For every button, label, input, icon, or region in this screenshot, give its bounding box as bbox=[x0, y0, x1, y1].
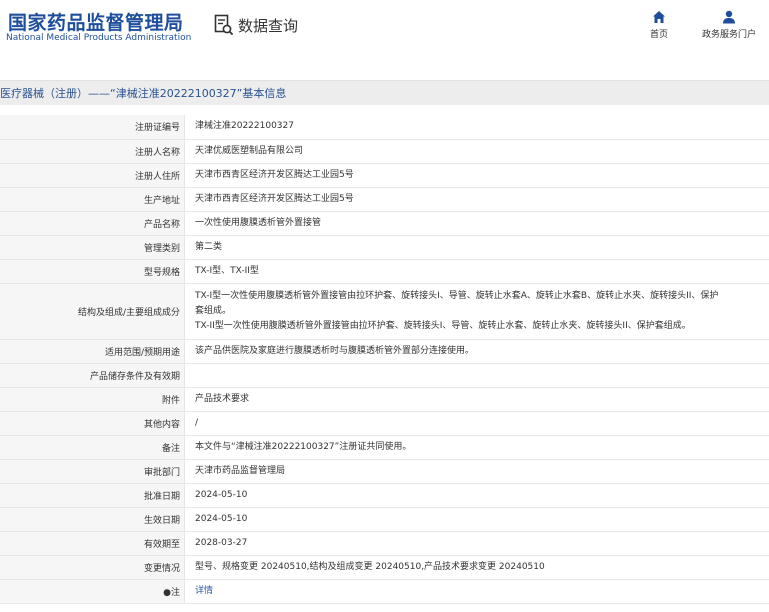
home-icon bbox=[653, 11, 665, 23]
field-value: 天津市西青区经济开发区腾达工业园5号 bbox=[184, 187, 769, 212]
info-row: 变更情况 型号、规格变更 20240510,结构及组成变更 20240510,产品… bbox=[0, 555, 769, 580]
info-row: 有效期至 2028-03-27 bbox=[0, 531, 769, 556]
field-label: 变更情况 bbox=[0, 555, 185, 580]
site-subtitle: National Medical Products Administration bbox=[6, 33, 192, 43]
data-query-label: 数据查询 bbox=[238, 16, 299, 35]
nav-home[interactable]: 首页 bbox=[650, 10, 668, 40]
page-title-bar: 医疗器械（注册）——“津械注准20222100327”基本信息 bbox=[0, 80, 769, 105]
field-value: / bbox=[184, 411, 769, 436]
data-query-link[interactable]: 数据查询 bbox=[214, 14, 298, 36]
field-value: 本文件与“津械注准20222100327”注册证共同使用。 bbox=[184, 435, 769, 460]
field-value: 第二类 bbox=[184, 235, 769, 260]
info-row: 注册证编号 津械注准20222100327 bbox=[0, 115, 769, 140]
field-label: 适用范围/预期用途 bbox=[0, 339, 185, 364]
field-label: 其他内容 bbox=[0, 411, 185, 436]
nav-home-label: 首页 bbox=[650, 30, 669, 40]
info-table: 注册证编号 津械注准20222100327 注册人名称 天津优威医塑制品有限公司 注册人… bbox=[0, 115, 769, 604]
field-label: 注册证编号 bbox=[0, 115, 185, 140]
info-row: 生效日期 2024-05-10 bbox=[0, 507, 769, 532]
field-label: 有效期至 bbox=[0, 531, 185, 556]
info-row: ●注 详情 bbox=[0, 579, 769, 604]
field-label: 注册人名称 bbox=[0, 139, 185, 164]
field-label: 管理类别 bbox=[0, 235, 185, 260]
info-row: 产品名称 一次性使用腹膜透析管外置接管 bbox=[0, 211, 769, 236]
document-search-icon bbox=[214, 14, 234, 36]
field-label: 备注 bbox=[0, 435, 185, 460]
field-label: 注册人住所 bbox=[0, 163, 185, 188]
field-value: 详情 bbox=[184, 579, 769, 604]
info-row: 附件 产品技术要求 bbox=[0, 387, 769, 412]
field-value-line: TX-I型一次性使用腹膜透析管外置接管由拉环护套、旋转接头I、导管、旋转止水套A… bbox=[195, 290, 719, 301]
field-value-line: TX-II型一次性使用腹膜透析管外置接管由拉环护套、旋转接头I、导管、旋转止水套… bbox=[195, 320, 691, 331]
field-label: 生效日期 bbox=[0, 507, 185, 532]
info-row: 注册人名称 天津优威医塑制品有限公司 bbox=[0, 139, 769, 164]
info-row: 产品储存条件及有效期 bbox=[0, 363, 769, 388]
field-value: 天津市西青区经济开发区腾达工业园5号 bbox=[184, 163, 769, 188]
field-label: 产品名称 bbox=[0, 211, 185, 236]
field-value: 型号、规格变更 20240510,结构及组成变更 20240510,产品技术要求… bbox=[184, 555, 769, 580]
info-row: 生产地址 天津市西青区经济开发区腾达工业园5号 bbox=[0, 187, 769, 212]
info-row: 备注 本文件与“津械注准20222100327”注册证共同使用。 bbox=[0, 435, 769, 460]
field-label: 型号规格 bbox=[0, 259, 185, 284]
field-label: 审批部门 bbox=[0, 459, 185, 484]
field-value: TX-I型、TX-II型 bbox=[184, 259, 769, 284]
field-label: 批准日期 bbox=[0, 483, 185, 508]
field-value: 2024-05-10 bbox=[184, 507, 769, 532]
info-row: 型号规格 TX-I型、TX-II型 bbox=[0, 259, 769, 284]
nav-service-portal[interactable]: 政务服务门户 bbox=[702, 10, 756, 40]
field-value bbox=[184, 363, 769, 388]
info-row: 其他内容 / bbox=[0, 411, 769, 436]
field-label: 结构及组成/主要组成成分 bbox=[0, 283, 185, 340]
field-value: 天津市药品监督管理局 bbox=[184, 459, 769, 484]
user-icon bbox=[723, 10, 735, 24]
nav-service-portal-label: 政务服务门户 bbox=[702, 30, 757, 40]
site-title[interactable]: 国家药品监督管理局 bbox=[8, 8, 184, 35]
field-value: 该产品供医院及家庭进行腹膜透析时与腹膜透析管外置部分连接使用。 bbox=[184, 339, 769, 364]
field-label: 生产地址 bbox=[0, 187, 185, 212]
info-row: 审批部门 天津市药品监督管理局 bbox=[0, 459, 769, 484]
info-row: 批准日期 2024-05-10 bbox=[0, 483, 769, 508]
info-row: 注册人住所 天津市西青区经济开发区腾达工业园5号 bbox=[0, 163, 769, 188]
field-label: 产品储存条件及有效期 bbox=[0, 363, 185, 388]
page-title: 医疗器械（注册）——“津械注准20222100327”基本信息 bbox=[0, 87, 287, 100]
field-value: 产品技术要求 bbox=[184, 387, 769, 412]
site-header: 国家药品监督管理局 National Medical Products Admi… bbox=[0, 0, 769, 58]
field-value: 天津优威医塑制品有限公司 bbox=[184, 139, 769, 164]
field-value: 津械注准20222100327 bbox=[184, 115, 769, 140]
info-row: 适用范围/预期用途 该产品供医院及家庭进行腹膜透析时与腹膜透析管外置部分连接使用。 bbox=[0, 339, 769, 364]
field-value: TX-I型一次性使用腹膜透析管外置接管由拉环护套、旋转接头I、导管、旋转止水套A… bbox=[184, 283, 769, 340]
field-label: ●注 bbox=[0, 579, 185, 604]
info-row: 结构及组成/主要组成成分 TX-I型一次性使用腹膜透析管外置接管由拉环护套、旋转接… bbox=[0, 283, 769, 340]
detail-link[interactable]: 详情 bbox=[195, 586, 213, 596]
field-value-line: 套组成。 bbox=[195, 305, 232, 316]
field-value: 一次性使用腹膜透析管外置接管 bbox=[184, 211, 769, 236]
info-row: 管理类别 第二类 bbox=[0, 235, 769, 260]
field-label: 附件 bbox=[0, 387, 185, 412]
field-value: 2028-03-27 bbox=[184, 531, 769, 556]
field-value: 2024-05-10 bbox=[184, 483, 769, 508]
